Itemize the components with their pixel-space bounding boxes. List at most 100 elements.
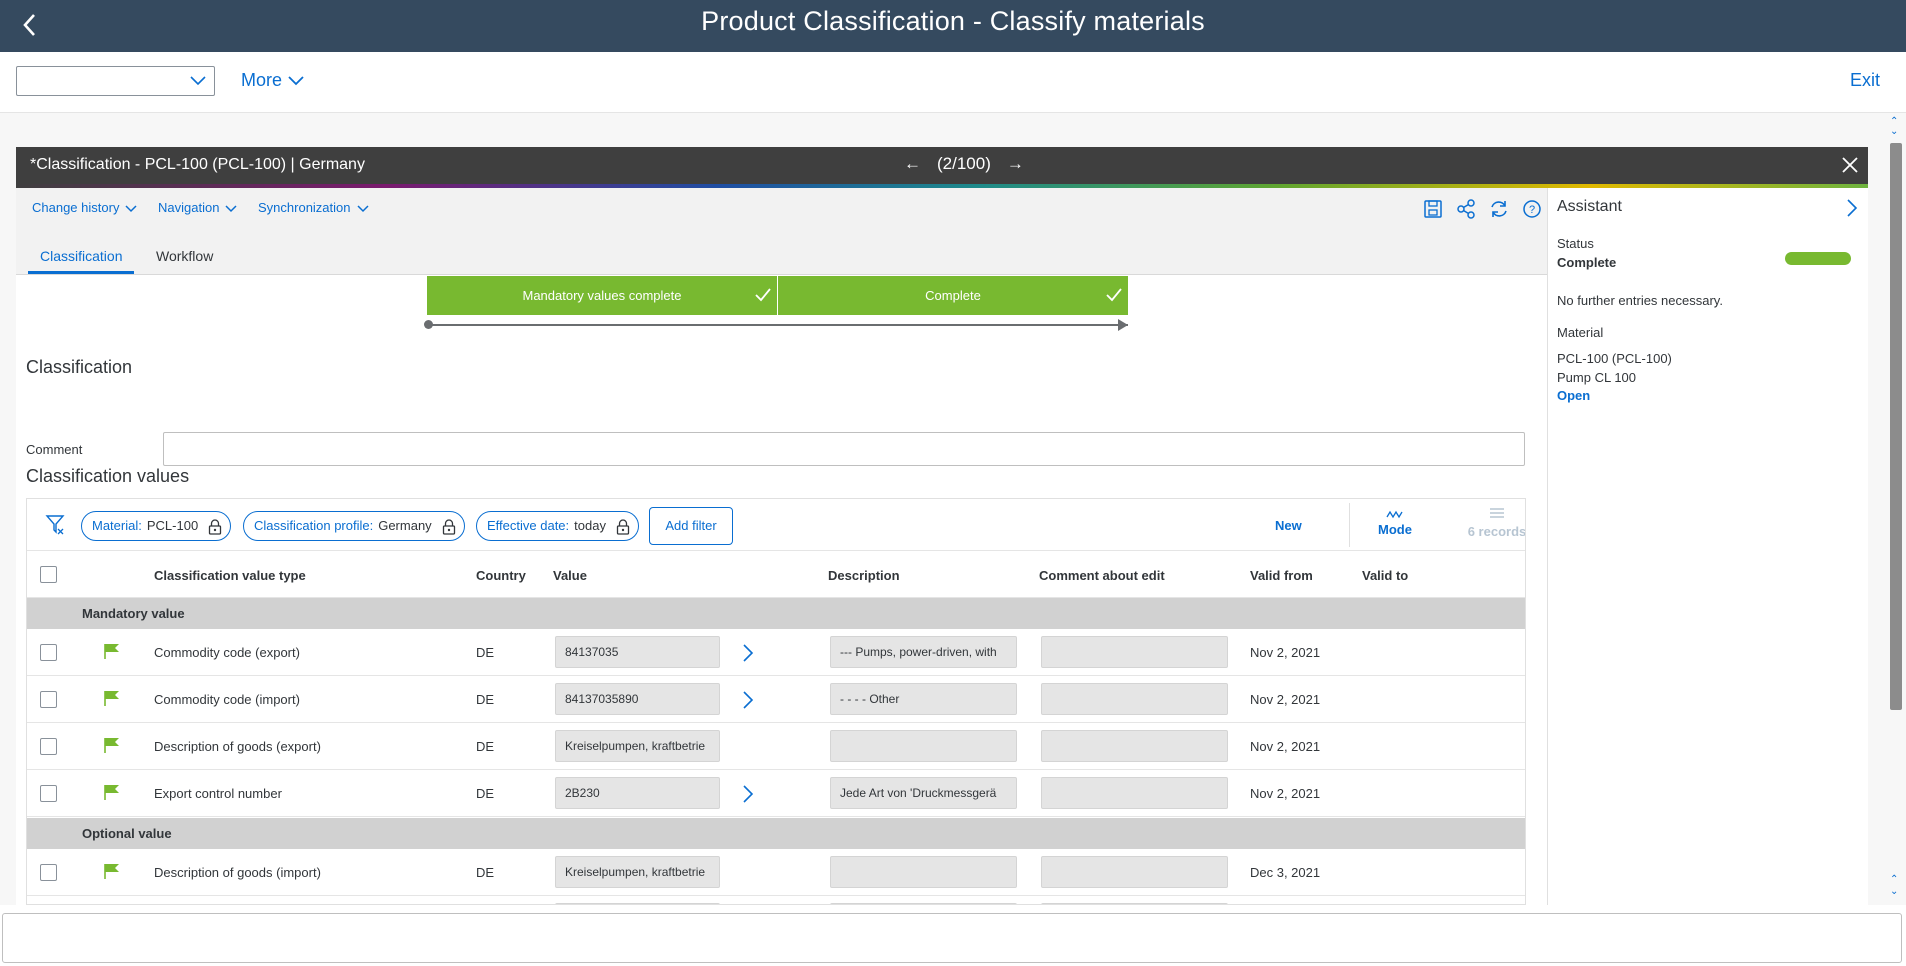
row-checkbox[interactable] [40,691,57,708]
lock-icon [209,519,222,535]
scroll-down-icon[interactable]: ⌄ [1890,127,1900,137]
comment-field[interactable] [1041,777,1228,809]
table-row[interactable] [27,896,1525,904]
column-header-comment[interactable]: Comment about edit [1039,568,1165,583]
cell-valid-from: Nov 2, 2021 [1250,645,1321,660]
column-header-type[interactable]: Classification value type [154,568,306,583]
description-field[interactable] [830,730,1017,762]
value-field[interactable]: 84137035 [555,636,720,668]
app-root: { "shell": {"title": "Product Classifica… [0,0,1906,966]
flag-icon [104,738,119,753]
table-row[interactable]: Commodity code (import) DE 84137035890 -… [27,676,1525,723]
mode-button[interactable]: Mode [1375,507,1415,537]
chip-label: Material: [92,518,142,533]
table-row[interactable]: Description of goods (export) DE Kreisel… [27,723,1525,770]
comment-field[interactable] [163,432,1525,466]
chip-label: Classification profile: [254,518,374,533]
more-menu-button[interactable]: More [241,70,304,91]
description-field[interactable]: - - - - Other [830,683,1017,715]
material-label: Material [1557,325,1604,340]
new-button[interactable]: New [1275,518,1302,533]
table-row[interactable]: Description of goods (import) DE Kreisel… [27,849,1525,896]
filter-icon[interactable] [45,513,65,535]
close-icon[interactable] [1840,155,1860,175]
row-checkbox[interactable] [40,644,57,661]
flag-icon [104,864,119,879]
status-label: Status [1557,236,1594,251]
scroll-down-icon[interactable]: ⌄ [1890,887,1900,897]
assistant-title: Assistant [1557,198,1622,215]
table-row[interactable]: Commodity code (export) DE 84137035 --- … [27,629,1525,676]
records-label: 6 records [1467,524,1526,539]
value-field[interactable]: 2B230 [555,777,720,809]
column-header-value[interactable]: Value [553,568,587,583]
description-field[interactable] [830,903,1017,904]
value-field[interactable] [555,903,720,904]
previous-arrow-icon[interactable]: ← [904,154,921,173]
column-header-description[interactable]: Description [828,568,900,583]
chevron-down-icon [288,76,304,86]
value-field[interactable]: Kreiselpumpen, kraftbetrie [555,856,720,888]
add-filter-button[interactable]: Add filter [649,507,733,545]
next-arrow-icon[interactable]: → [1007,154,1024,173]
column-header-valid-from[interactable]: Valid from [1250,568,1313,583]
step-label: Mandatory values complete [522,288,682,303]
select-all-checkbox[interactable] [40,566,57,583]
synchronization-menu[interactable]: Synchronization [258,200,369,215]
table-row[interactable]: Export control number DE 2B230 Jede Art … [27,770,1525,817]
row-checkbox[interactable] [40,785,57,802]
comment-field[interactable] [1041,636,1228,668]
filter-chip-material[interactable]: Material: PCL-100 [81,511,232,541]
more-label: More [241,70,283,90]
chevron-right-icon[interactable] [742,691,754,709]
description-field[interactable] [830,856,1017,888]
lock-icon [616,519,630,535]
help-icon[interactable]: ? [1521,198,1543,220]
lock-icon [442,519,455,535]
flag-icon [104,785,119,800]
pager-label: (2/100) [937,154,991,173]
material-name: Pump CL 100 [1557,370,1637,385]
scrollbar-thumb[interactable] [1890,143,1902,710]
chip-value: today [574,518,606,533]
message-bar[interactable] [2,913,1902,963]
row-checkbox[interactable] [40,864,57,881]
variant-select[interactable] [16,66,215,96]
chevron-down-icon [190,76,206,86]
menu-label: Synchronization [258,200,351,215]
value-field[interactable]: 84137035890 [555,683,720,715]
column-header-valid-to[interactable]: Valid to [1362,568,1408,583]
menu-label: Change history [32,200,120,215]
chevron-down-icon [225,205,237,212]
cell-type: Commodity code (import) [154,692,300,707]
value-field[interactable]: Kreiselpumpen, kraftbetrie [555,730,720,762]
page-scrollbar[interactable]: ⌃ ⌄ ⌃ ⌄ [1888,113,1902,905]
scroll-up-icon[interactable]: ⌃ [1890,875,1900,885]
main-panel: Change history Navigation Synchronizatio… [16,188,1547,905]
exit-button[interactable]: Exit [1850,70,1880,91]
save-icon[interactable] [1422,198,1444,220]
shell-bar: Product Classification - Classify materi… [0,0,1906,52]
tab-classification[interactable]: Classification [28,248,135,274]
chevron-right-icon[interactable] [742,644,754,662]
comment-field[interactable] [1041,903,1228,904]
tab-workflow[interactable]: Workflow [156,248,213,264]
filter-chip-effective-date[interactable]: Effective date: today [476,511,639,541]
row-checkbox[interactable] [40,738,57,755]
description-field[interactable]: Jede Art von 'Druckmessgerä [830,777,1017,809]
chevron-right-icon[interactable] [742,785,754,803]
navigation-menu[interactable]: Navigation [158,200,237,215]
change-history-menu[interactable]: Change history [32,200,137,215]
column-header-country[interactable]: Country [476,568,526,583]
filter-chip-classification-profile[interactable]: Classification profile: Germany [243,511,465,541]
share-icon[interactable] [1455,198,1477,220]
comment-label: Comment [26,442,83,457]
comment-field[interactable] [1041,683,1228,715]
comment-field[interactable] [1041,730,1228,762]
refresh-icon[interactable] [1488,198,1510,220]
status-indicator [1785,252,1851,265]
description-field[interactable]: --- Pumps, power-driven, with [830,636,1017,668]
chevron-right-icon[interactable] [1846,199,1858,217]
comment-field[interactable] [1041,856,1228,888]
open-material-link[interactable]: Open [1557,388,1590,403]
